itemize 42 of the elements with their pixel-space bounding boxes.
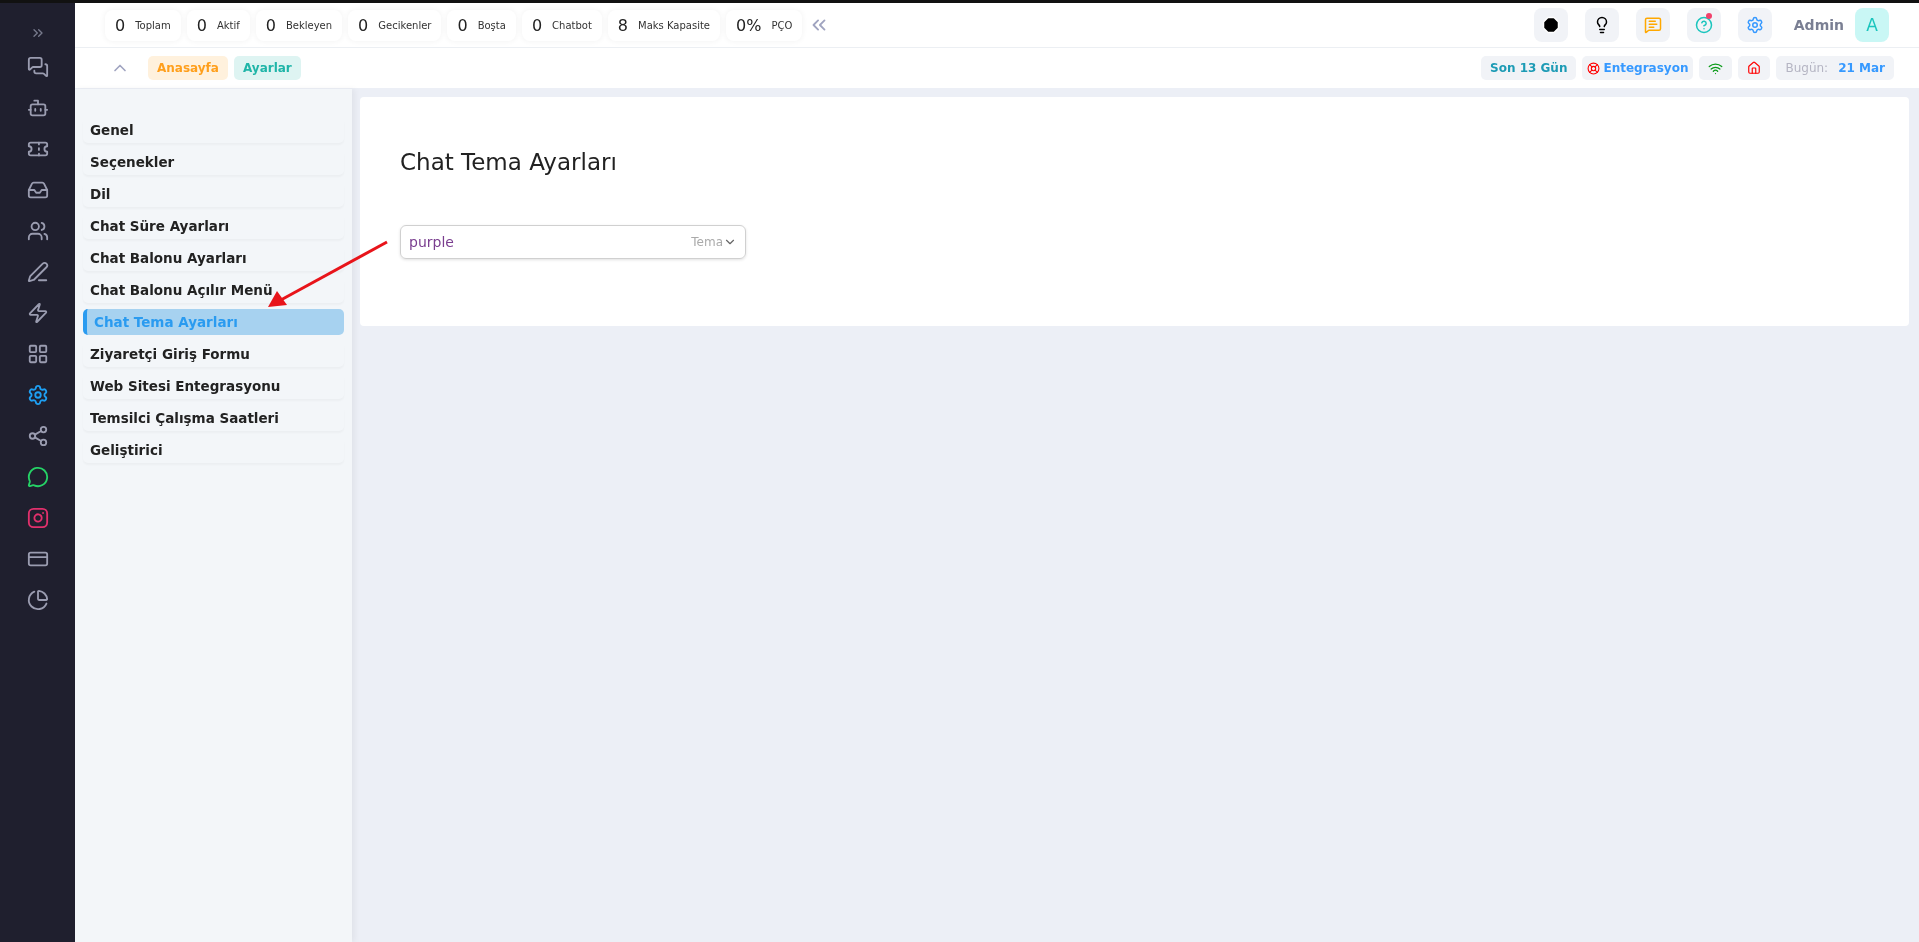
user-name: Admin	[1793, 17, 1844, 33]
stat-label: Boşta	[477, 19, 506, 31]
stat-label: Chatbot	[552, 19, 592, 31]
menu-item[interactable]: Chat Süre Ayarları	[83, 213, 344, 239]
date-display: Bugün: 21 Mar	[1776, 56, 1894, 80]
home-icon	[1747, 61, 1762, 75]
lightbulb-button[interactable]	[1584, 8, 1619, 42]
wifi-button[interactable]	[1699, 56, 1733, 80]
stat-label: PÇO	[771, 19, 793, 31]
stat-value: 0	[457, 15, 468, 35]
stat-value: 0	[115, 15, 126, 35]
stat-label: Toplam	[135, 19, 171, 31]
menu-item[interactable]: Geliştirici	[83, 437, 344, 463]
alert-button[interactable]	[1533, 8, 1568, 42]
menu-item[interactable]: Ziyaretçi Giriş Formu	[83, 341, 344, 367]
settings-icon	[1745, 16, 1764, 34]
menu-item[interactable]: Dil	[83, 181, 344, 207]
stat-label: Maks Kapasite	[638, 19, 710, 31]
settings-button[interactable]	[1737, 8, 1772, 42]
chat-icon	[1643, 16, 1662, 34]
stat-value: 0	[196, 15, 207, 35]
menu-item[interactable]: Web Sitesi Entegrasyonu	[83, 373, 344, 399]
stat-value: 0	[358, 15, 369, 35]
stat-label: Aktif	[216, 19, 240, 31]
menu-item[interactable]: Chat Balonu Açılır Menü	[83, 277, 344, 303]
menu-item[interactable]: Temsilci Çalışma Saatleri	[83, 405, 344, 431]
menu-item[interactable]: Genel	[83, 117, 344, 143]
stat-label: Gecikenler	[378, 19, 432, 31]
menu-item[interactable]: Seçenekler	[83, 149, 344, 175]
help-button[interactable]	[1686, 8, 1721, 42]
wifi-icon	[1708, 60, 1724, 76]
stat-value: 0	[265, 15, 276, 35]
stat-value: 8	[617, 15, 629, 35]
stat-value: 0	[531, 15, 543, 35]
stat-value: 0%	[736, 15, 762, 35]
help-icon	[1694, 16, 1713, 34]
panel-title: Chat Tema Ayarları	[400, 149, 618, 175]
lifebuoy-icon	[1587, 61, 1601, 75]
menu-item[interactable]: Chat Balonu Ayarları	[83, 245, 344, 271]
theme-select[interactable]: purple Tema	[400, 225, 746, 259]
stat-label: Bekleyen	[285, 19, 333, 31]
home-button[interactable]	[1738, 56, 1771, 80]
